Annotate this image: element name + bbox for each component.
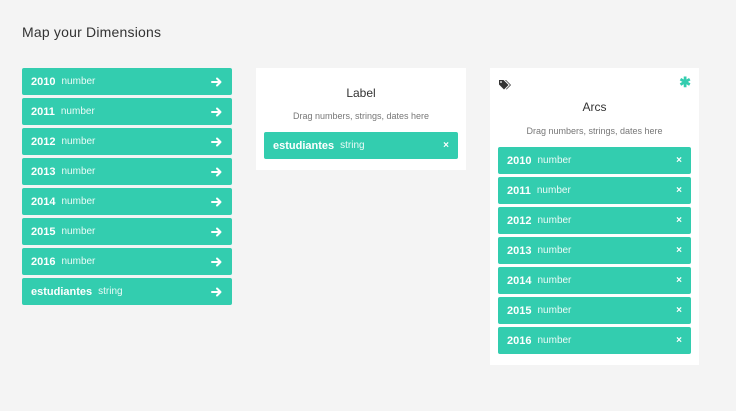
dimension-type: number <box>61 136 96 147</box>
assigned-dimension-2010[interactable]: 2010 number × <box>498 147 691 174</box>
arrow-right-icon[interactable] <box>211 226 223 238</box>
assigned-dimension-2012[interactable]: 2012 number × <box>498 207 691 234</box>
dimension-name: 2014 <box>507 274 532 287</box>
dimension-name: 2010 <box>507 154 532 167</box>
close-icon[interactable]: × <box>676 305 682 316</box>
dimension-type: number <box>537 335 572 346</box>
dimension-type: string <box>340 140 365 151</box>
assigned-dimension-2015[interactable]: 2015 number × <box>498 297 691 324</box>
dimension-name: 2015 <box>507 304 532 317</box>
arrow-right-icon[interactable] <box>211 256 223 268</box>
dimension-type: number <box>61 196 96 207</box>
dimension-item-2012[interactable]: 2012 number <box>22 128 232 155</box>
tags-icon <box>498 78 511 90</box>
close-icon[interactable]: × <box>676 155 682 166</box>
assigned-dimension-estudiantes[interactable]: estudiantes string × <box>264 132 458 159</box>
dimension-name: 2016 <box>507 334 532 347</box>
dimension-item-2014[interactable]: 2014 number <box>22 188 232 215</box>
asterisk-icon: ✱ <box>679 74 691 90</box>
dimension-type: number <box>537 155 572 166</box>
dimension-name: 2011 <box>507 184 531 197</box>
dimension-type: number <box>537 215 572 226</box>
dimension-item-2016[interactable]: 2016 number <box>22 248 232 275</box>
arrow-right-icon[interactable] <box>211 76 223 88</box>
label-dropzone-card[interactable]: Label Drag numbers, strings, dates here … <box>256 68 466 170</box>
card-hint: Drag numbers, strings, dates here <box>526 126 663 136</box>
dimension-name: 2014 <box>31 195 56 208</box>
card-title: Arcs <box>582 100 607 114</box>
close-icon[interactable]: × <box>676 335 682 346</box>
dimension-type: number <box>61 166 96 177</box>
dimension-type: number <box>536 185 571 196</box>
arrow-right-icon[interactable] <box>211 106 223 118</box>
dimension-name: 2011 <box>31 105 55 118</box>
assigned-dimension-2011[interactable]: 2011 number × <box>498 177 691 204</box>
dimension-type: number <box>61 76 96 87</box>
arrow-right-icon[interactable] <box>211 136 223 148</box>
dimension-name: estudiantes <box>273 139 335 152</box>
page-title: Map your Dimensions <box>22 24 162 40</box>
dimension-name: 2012 <box>31 135 56 148</box>
arrow-right-icon[interactable] <box>211 166 223 178</box>
dimension-type: string <box>98 286 123 297</box>
arcs-dropzone-card[interactable]: ✱ Arcs Drag numbers, strings, dates here… <box>490 68 699 365</box>
assigned-dimension-2013[interactable]: 2013 number × <box>498 237 691 264</box>
dimension-type: number <box>537 275 572 286</box>
arrow-right-icon[interactable] <box>211 196 223 208</box>
dimension-type: number <box>61 226 96 237</box>
dimension-item-2011[interactable]: 2011 number <box>22 98 232 125</box>
assigned-dimension-2014[interactable]: 2014 number × <box>498 267 691 294</box>
dimension-item-estudiantes[interactable]: estudiantes string <box>22 278 232 305</box>
dimension-item-2010[interactable]: 2010 number <box>22 68 232 95</box>
dimension-item-2013[interactable]: 2013 number <box>22 158 232 185</box>
assigned-dimension-2016[interactable]: 2016 number × <box>498 327 691 354</box>
arrow-right-icon[interactable] <box>211 286 223 298</box>
dimension-item-2015[interactable]: 2015 number <box>22 218 232 245</box>
dimension-type: number <box>537 305 572 316</box>
arcs-slot-list: 2010 number × 2011 number × 2012 number … <box>498 147 691 357</box>
close-icon[interactable]: × <box>676 245 682 256</box>
dimension-type: number <box>60 106 95 117</box>
close-icon[interactable]: × <box>676 185 682 196</box>
dimension-name: 2013 <box>507 244 532 257</box>
dimension-name: 2012 <box>507 214 532 227</box>
dimension-list: 2010 number 2011 number 2012 number 2013… <box>22 68 232 308</box>
map-dimensions-panel: Map your Dimensions 2010 number 2011 num… <box>0 0 736 411</box>
dimension-name: 2013 <box>31 165 56 178</box>
card-title: Label <box>346 86 376 100</box>
dimension-name: 2016 <box>31 255 56 268</box>
dimension-name: 2015 <box>31 225 56 238</box>
card-hint: Drag numbers, strings, dates here <box>292 111 430 121</box>
dimension-name: 2010 <box>31 75 56 88</box>
dimension-type: number <box>537 245 572 256</box>
close-icon[interactable]: × <box>676 275 682 286</box>
label-slot-list: estudiantes string × <box>264 132 458 162</box>
dimension-type: number <box>61 256 96 267</box>
close-icon[interactable]: × <box>443 140 449 151</box>
dimension-name: estudiantes <box>31 285 93 298</box>
close-icon[interactable]: × <box>676 215 682 226</box>
